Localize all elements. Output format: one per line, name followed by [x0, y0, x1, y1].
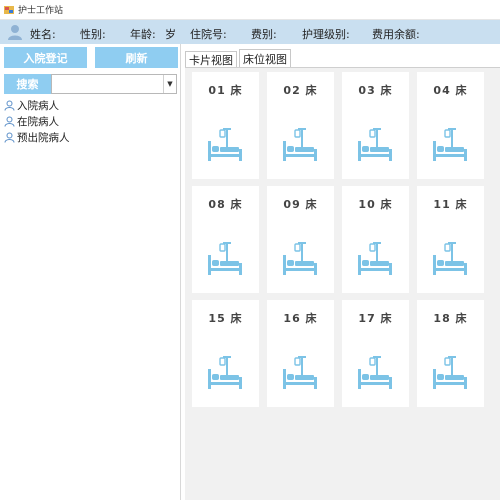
- title-bar: 护士工作站: [0, 0, 500, 20]
- admission-no-label: 住院号:: [190, 28, 227, 41]
- patient-tree: 入院病人 在院病人 预出院病人: [4, 97, 174, 145]
- refresh-button[interactable]: 刷新: [95, 47, 178, 68]
- patient-icon: [4, 132, 15, 143]
- search-button[interactable]: 搜索: [4, 74, 51, 94]
- bed-number: 11 床: [433, 198, 468, 211]
- search-combobox[interactable]: ▼: [51, 74, 177, 94]
- bed-number: 10 床: [358, 198, 393, 211]
- gender-label: 性别:: [80, 28, 106, 41]
- chevron-down-icon[interactable]: ▼: [163, 75, 176, 93]
- bed-icon: [206, 241, 244, 277]
- patient-icon: [4, 116, 15, 127]
- name-label: 姓名:: [30, 28, 56, 41]
- bed-card[interactable]: 03 床: [342, 72, 409, 179]
- view-tabs: 卡片视图 床位视图: [185, 48, 293, 68]
- bed-icon: [356, 241, 394, 277]
- balance-label: 费用余额:: [372, 28, 420, 41]
- tree-item-pre-discharge[interactable]: 预出院病人: [4, 129, 174, 145]
- bed-card[interactable]: 02 床: [267, 72, 334, 179]
- tree-item-in-hospital[interactable]: 在院病人: [4, 113, 174, 129]
- bed-card[interactable]: 15 床: [192, 300, 259, 407]
- bed-number: 01 床: [208, 84, 243, 97]
- bed-grid: 01 床 02 床 03 床 04 床 08 床 09 床 10 床 11 床 15 床 16 床…: [185, 67, 500, 500]
- bed-card[interactable]: 01 床: [192, 72, 259, 179]
- patient-info-bar: 姓名: 性别: 年龄: 岁 住院号: 费别: 护理级别: 费用余额:: [0, 20, 500, 44]
- user-icon: [6, 23, 24, 41]
- bed-number: 17 床: [358, 312, 393, 325]
- bed-card[interactable]: 10 床: [342, 186, 409, 293]
- left-panel: 入院登记 刷新 搜索 ▼ 入院病人 在院病人 预出院病人: [0, 44, 181, 500]
- tree-item-label: 在院病人: [17, 115, 59, 128]
- bed-card[interactable]: 08 床: [192, 186, 259, 293]
- bed-icon: [431, 127, 469, 163]
- bed-number: 15 床: [208, 312, 243, 325]
- age-label: 年龄:: [130, 28, 156, 41]
- tab-bed-view[interactable]: 床位视图: [239, 49, 291, 68]
- bed-number: 16 床: [283, 312, 318, 325]
- app-icon: [3, 4, 15, 16]
- bed-icon: [431, 355, 469, 391]
- bed-card[interactable]: 17 床: [342, 300, 409, 407]
- bed-number: 03 床: [358, 84, 393, 97]
- tab-card-view[interactable]: 卡片视图: [185, 51, 237, 68]
- bed-card[interactable]: 04 床: [417, 72, 484, 179]
- bed-card[interactable]: 18 床: [417, 300, 484, 407]
- bed-number: 02 床: [283, 84, 318, 97]
- bed-icon: [281, 355, 319, 391]
- fee-type-label: 费别:: [251, 28, 277, 41]
- care-level-label: 护理级别:: [302, 28, 350, 41]
- bed-icon: [206, 127, 244, 163]
- bed-card[interactable]: 09 床: [267, 186, 334, 293]
- age-unit: 岁: [165, 28, 176, 41]
- bed-number: 18 床: [433, 312, 468, 325]
- bed-icon: [356, 355, 394, 391]
- tree-item-admitted[interactable]: 入院病人: [4, 97, 174, 113]
- bed-icon: [356, 127, 394, 163]
- tree-item-label: 入院病人: [17, 99, 59, 112]
- window-title: 护士工作站: [18, 6, 64, 16]
- bed-icon: [431, 241, 469, 277]
- tree-item-label: 预出院病人: [17, 131, 70, 144]
- right-panel: 卡片视图 床位视图 01 床 02 床 03 床 04 床 08 床 09 床 10 床 11…: [181, 44, 500, 500]
- bed-icon: [281, 127, 319, 163]
- bed-icon: [281, 241, 319, 277]
- bed-number: 04 床: [433, 84, 468, 97]
- bed-number: 09 床: [283, 198, 318, 211]
- admit-button[interactable]: 入院登记: [4, 47, 87, 68]
- bed-number: 08 床: [208, 198, 243, 211]
- patient-icon: [4, 100, 15, 111]
- bed-icon: [206, 355, 244, 391]
- bed-card[interactable]: 11 床: [417, 186, 484, 293]
- bed-card[interactable]: 16 床: [267, 300, 334, 407]
